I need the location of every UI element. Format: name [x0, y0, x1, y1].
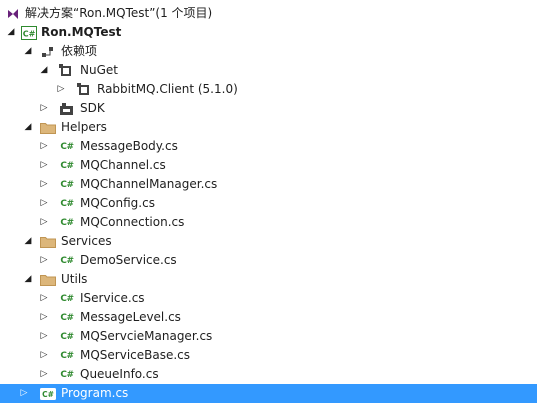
folder-label: Services	[61, 234, 112, 248]
tree-item-sdk[interactable]: ▷ SDK	[0, 99, 537, 118]
solution-label: 解决方案“Ron.MQTest”(1 个项目)	[25, 6, 213, 20]
file-label: MessageBody.cs	[80, 139, 178, 153]
tree-item-nuget[interactable]: ◢ NuGet	[0, 61, 537, 80]
expand-arrow-icon[interactable]: ▷	[38, 156, 50, 175]
file-label: MQConfig.cs	[80, 196, 155, 210]
csharp-file-icon: C#	[60, 217, 74, 228]
expand-arrow-icon[interactable]: ▷	[38, 99, 50, 118]
tree-item-solution[interactable]: 解决方案“Ron.MQTest”(1 个项目)	[0, 4, 537, 23]
solution-icon	[5, 6, 21, 21]
solution-explorer-tree: 解决方案“Ron.MQTest”(1 个项目) ◢ C# Ron.MQTest …	[0, 4, 537, 403]
expand-arrow-icon[interactable]: ▷	[55, 80, 67, 99]
file-label: DemoService.cs	[80, 253, 177, 267]
expand-arrow-icon[interactable]: ▷	[38, 365, 50, 384]
csharp-file-icon: C#	[60, 179, 74, 190]
expand-arrow-icon[interactable]: ▷	[18, 384, 30, 403]
rabbitmq-package-label: RabbitMQ.Client (5.1.0)	[97, 82, 238, 96]
tree-item-file[interactable]: ▷ C# DemoService.cs	[0, 251, 537, 270]
tree-item-folder-helpers[interactable]: ◢ Helpers	[0, 118, 537, 137]
tree-item-dependencies[interactable]: ◢ 依赖项	[0, 42, 537, 61]
collapse-arrow-icon[interactable]: ◢	[22, 232, 34, 251]
tree-item-file[interactable]: ▷ C# MQConnection.cs	[0, 213, 537, 232]
collapse-arrow-icon[interactable]: ◢	[38, 61, 50, 80]
project-label: Ron.MQTest	[41, 25, 122, 39]
expand-arrow-icon[interactable]: ▷	[38, 194, 50, 213]
file-label: MQChannel.cs	[80, 158, 166, 172]
expand-arrow-icon[interactable]: ▷	[38, 346, 50, 365]
csharp-file-icon: C#	[40, 386, 56, 401]
tree-item-file[interactable]: ▷ C# MessageBody.cs	[0, 137, 537, 156]
tree-item-file[interactable]: ▷ C# MQConfig.cs	[0, 194, 537, 213]
expand-arrow-icon[interactable]: ▷	[38, 289, 50, 308]
csharp-file-icon: C#	[60, 350, 74, 361]
dependencies-icon	[40, 44, 56, 59]
collapse-arrow-icon[interactable]: ◢	[22, 42, 34, 61]
collapse-arrow-icon[interactable]: ◢	[5, 23, 17, 42]
csharp-file-icon: C#	[60, 331, 74, 342]
program-label: Program.cs	[61, 386, 129, 400]
tree-item-rabbitmq-package[interactable]: ▷ RabbitMQ.Client (5.1.0)	[0, 80, 537, 99]
tree-item-file[interactable]: ▷ C# MQChannel.cs	[0, 156, 537, 175]
tree-item-file[interactable]: ▷ C# IService.cs	[0, 289, 537, 308]
tree-item-program-selected[interactable]: ▷ C# Program.cs	[0, 384, 537, 403]
expand-arrow-icon[interactable]: ▷	[38, 327, 50, 346]
file-label: QueueInfo.cs	[80, 367, 159, 381]
collapse-arrow-icon[interactable]: ◢	[22, 118, 34, 137]
csharp-file-icon: C#	[60, 255, 74, 266]
sdk-label: SDK	[80, 101, 105, 115]
collapse-arrow-icon[interactable]: ◢	[22, 270, 34, 289]
tree-item-file[interactable]: ▷ C# MQServiceBase.cs	[0, 346, 537, 365]
file-label: MQServcieManager.cs	[80, 329, 213, 343]
tree-item-folder-utils[interactable]: ◢ Utils	[0, 270, 537, 289]
dependencies-label: 依赖项	[61, 44, 98, 58]
nuget-label: NuGet	[80, 63, 118, 77]
csharp-file-icon: C#	[60, 312, 74, 323]
expand-arrow-icon[interactable]: ▷	[38, 175, 50, 194]
tree-item-folder-services[interactable]: ◢ Services	[0, 232, 537, 251]
folder-icon	[40, 234, 56, 249]
folder-icon	[40, 120, 56, 135]
package-icon	[58, 63, 74, 78]
csharp-project-icon: C#	[21, 25, 37, 40]
csharp-file-icon: C#	[60, 293, 74, 304]
file-label: MessageLevel.cs	[80, 310, 181, 324]
file-label: MQConnection.cs	[80, 215, 185, 229]
folder-label: Helpers	[61, 120, 107, 134]
folder-label: Utils	[61, 272, 88, 286]
file-label: MQServiceBase.cs	[80, 348, 191, 362]
folder-icon	[40, 272, 56, 287]
tree-item-file[interactable]: ▷ C# QueueInfo.cs	[0, 365, 537, 384]
svg-text:C#: C#	[23, 29, 36, 38]
tree-item-file[interactable]: ▷ C# MessageLevel.cs	[0, 308, 537, 327]
expand-arrow-icon[interactable]: ▷	[38, 308, 50, 327]
tree-item-file[interactable]: ▷ C# MQServcieManager.cs	[0, 327, 537, 346]
package-icon	[76, 82, 92, 97]
file-label: MQChannelManager.cs	[80, 177, 218, 191]
csharp-file-icon: C#	[60, 160, 74, 171]
sdk-icon	[58, 101, 74, 116]
tree-item-project[interactable]: ◢ C# Ron.MQTest	[0, 23, 537, 42]
csharp-file-icon: C#	[60, 198, 74, 209]
svg-text:C#: C#	[42, 390, 54, 399]
expand-arrow-icon[interactable]: ▷	[38, 137, 50, 156]
csharp-file-icon: C#	[60, 369, 74, 380]
tree-item-file[interactable]: ▷ C# MQChannelManager.cs	[0, 175, 537, 194]
expand-arrow-icon[interactable]: ▷	[38, 251, 50, 270]
file-label: IService.cs	[80, 291, 145, 305]
csharp-file-icon: C#	[60, 141, 74, 152]
expand-arrow-icon[interactable]: ▷	[38, 213, 50, 232]
